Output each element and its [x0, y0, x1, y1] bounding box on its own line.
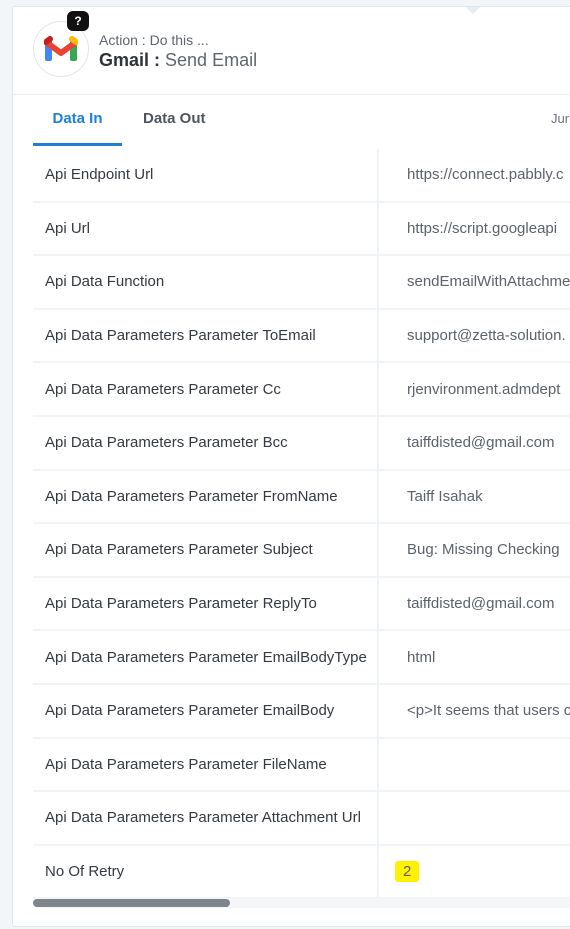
row-key: Api Data Parameters Parameter EmailBody — [33, 684, 379, 737]
table-row: No Of Retry 2 — [33, 845, 570, 900]
row-value[interactable]: support@zetta-solution. — [381, 310, 570, 362]
app-action-title: Gmail : Send Email — [99, 50, 257, 71]
row-key: Api Data Parameters Parameter Bcc — [33, 416, 379, 469]
row-value[interactable]: html — [381, 631, 570, 683]
table-row: Api Data Parameters Parameter ReplyTo tai… — [33, 577, 570, 632]
row-key: Api Endpoint Url — [33, 149, 379, 201]
table-row: Api Data Parameters Parameter ToEmail sup… — [33, 309, 570, 364]
row-key: Api Data Parameters Parameter FromName — [33, 470, 379, 523]
row-value[interactable]: https://connect.pabbly.c — [381, 149, 570, 201]
row-key: Api Data Parameters Parameter EmailBodyT… — [33, 631, 379, 683]
row-key: Api Data Function — [33, 256, 379, 308]
table-row: Api Data Parameters Parameter EmailBody <… — [33, 684, 570, 739]
row-key: No Of Retry — [33, 845, 379, 898]
row-value[interactable]: <p>It seems that users c — [381, 685, 570, 737]
row-key: Api Data Parameters Parameter Subject — [33, 524, 379, 576]
row-key: Api Data Parameters Parameter ToEmail — [33, 309, 379, 362]
table-row: Api Endpoint Url https://connect.pabbly.c — [33, 149, 570, 203]
table-row: Api Url https://script.googleapi — [33, 202, 570, 257]
horizontal-scrollbar[interactable] — [33, 898, 570, 908]
row-key: Api Data Parameters Parameter FileName — [33, 738, 379, 791]
table-row: Api Data Parameters Parameter FromName Ta… — [33, 470, 570, 525]
table-row: Api Data Parameters Parameter FileName — [33, 738, 570, 793]
row-value[interactable]: https://script.googleapi — [381, 203, 570, 255]
row-value[interactable] — [381, 739, 570, 791]
table-row: Api Data Parameters Parameter Cc rjenviro… — [33, 363, 570, 417]
table-row: Api Data Parameters Parameter Subject Bug… — [33, 524, 570, 578]
row-value[interactable] — [381, 792, 570, 844]
app-name: Gmail : — [99, 50, 161, 70]
row-key: Api Data Parameters Parameter Attachment… — [33, 792, 379, 844]
highlighted-value: 2 — [395, 861, 420, 883]
row-value[interactable]: Taiff Isahak — [381, 471, 570, 523]
data-in-table: Api Endpoint Url https://connect.pabbly.c… — [33, 149, 570, 900]
row-value[interactable]: Bug: Missing Checking — [381, 524, 570, 576]
row-value[interactable]: rjenvironment.admdept — [381, 363, 570, 415]
action-card: ? Action : Do this ... Gmail : Send Emai… — [12, 6, 570, 927]
table-row: Api Data Parameters Parameter Bcc taiffdi… — [33, 416, 570, 471]
row-value[interactable]: taiffdisted@gmail.com — [381, 417, 570, 469]
data-tabs: Data In Data Out Jur — [13, 96, 570, 148]
help-badge-icon[interactable]: ? — [67, 11, 89, 31]
tab-truncated[interactable]: Jur — [551, 96, 569, 146]
row-value[interactable]: 2 — [381, 846, 570, 898]
table-row: Api Data Parameters Parameter Attachment… — [33, 792, 570, 846]
action-label: Action : Do this ... — [99, 32, 209, 48]
action-name: Send Email — [165, 50, 258, 70]
action-header: ? Action : Do this ... Gmail : Send Emai… — [13, 7, 570, 95]
tab-data-out[interactable]: Data Out — [143, 96, 206, 146]
row-value[interactable]: sendEmailWithAttachme — [381, 256, 570, 308]
tab-data-in[interactable]: Data In — [33, 96, 122, 146]
scrollbar-thumb[interactable] — [33, 899, 230, 907]
table-row: Api Data Function sendEmailWithAttachme — [33, 256, 570, 310]
row-key: Api Data Parameters Parameter ReplyTo — [33, 577, 379, 630]
row-key: Api Data Parameters Parameter Cc — [33, 363, 379, 415]
row-value[interactable]: taiffdisted@gmail.com — [381, 578, 570, 630]
row-key: Api Url — [33, 202, 379, 255]
table-row: Api Data Parameters Parameter EmailBodyT… — [33, 631, 570, 685]
